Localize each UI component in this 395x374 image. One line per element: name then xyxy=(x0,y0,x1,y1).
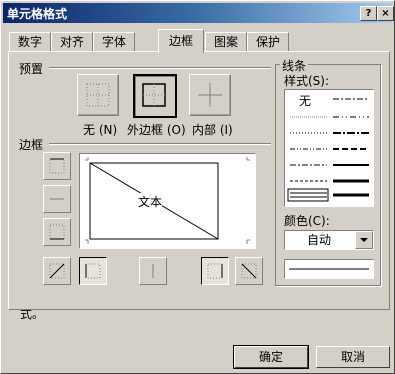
border-heading: 边框 xyxy=(19,138,44,152)
title-bar: 单元格格式 ? × xyxy=(3,3,394,23)
border-diagonal-down-button[interactable] xyxy=(235,257,263,285)
preset-outline-button[interactable] xyxy=(133,74,177,118)
border-middle-vertical-button[interactable] xyxy=(139,257,167,285)
presets-divider xyxy=(49,67,271,69)
border-left-icon xyxy=(85,263,101,279)
border-top-icon xyxy=(49,158,65,174)
border-divider xyxy=(49,143,271,145)
tab-patterns[interactable]: 图案 xyxy=(205,32,247,52)
help-button[interactable]: ? xyxy=(360,6,377,21)
selected-line-swatch xyxy=(289,268,369,270)
window-title: 单元格格式 xyxy=(7,6,68,21)
diagonal-up-icon xyxy=(49,263,65,279)
tab-number[interactable]: 数字 xyxy=(9,32,51,52)
border-left-button[interactable] xyxy=(79,257,107,285)
diagonal-down-icon xyxy=(241,263,257,279)
close-button[interactable]: × xyxy=(377,6,394,21)
preset-inside-label: 内部 (I) xyxy=(192,123,233,137)
color-select[interactable]: 自动 xyxy=(284,230,374,250)
border-middle-horizontal-icon xyxy=(50,198,64,200)
preset-inside-icon xyxy=(198,83,222,107)
color-select-value: 自动 xyxy=(307,233,332,247)
color-dropdown-button[interactable] xyxy=(355,231,373,249)
preset-outline-label: 外边框 (O) xyxy=(127,123,186,137)
border-tab-panel: 预置 无 (N) 外边框 (O) 内部 (I) 边框 文本 线条 样式(S): … xyxy=(8,51,390,310)
presets-heading: 预置 xyxy=(19,62,44,76)
tab-border[interactable]: 边框 xyxy=(158,29,204,53)
preset-inside-button[interactable] xyxy=(189,74,231,116)
color-label: 颜色(C): xyxy=(284,214,330,228)
line-style-list[interactable]: 无 xyxy=(284,89,374,207)
selected-line-preview xyxy=(284,259,374,279)
border-top-button[interactable] xyxy=(43,152,71,180)
ok-button[interactable]: 确定 xyxy=(233,345,309,369)
preset-none-label: 无 (N) xyxy=(83,123,118,137)
chevron-down-icon xyxy=(360,238,368,242)
style-label: 样式(S): xyxy=(284,74,330,88)
cancel-button[interactable]: 取消 xyxy=(316,346,390,368)
border-bottom-button[interactable] xyxy=(43,218,71,246)
border-middle-vertical-icon xyxy=(152,264,154,278)
preset-outline-icon xyxy=(142,83,166,107)
border-diagonal-up-button[interactable] xyxy=(43,257,71,285)
border-preview-drawing xyxy=(85,157,250,244)
tab-protection[interactable]: 保护 xyxy=(247,32,289,52)
border-bottom-icon xyxy=(49,224,65,240)
border-right-icon xyxy=(207,263,223,279)
tab-alignment[interactable]: 对齐 xyxy=(51,32,93,52)
border-middle-horizontal-button[interactable] xyxy=(43,185,71,213)
format-cells-dialog: 单元格格式 ? × 数字 对齐 字体 边框 图案 保护 预置 无 (N) 外边框… xyxy=(0,0,395,374)
preview-text: 文本 xyxy=(138,193,163,210)
border-preview[interactable]: 文本 xyxy=(79,153,256,249)
preset-none-button[interactable] xyxy=(77,74,119,116)
preset-none-icon xyxy=(86,83,110,107)
line-style-none-option[interactable]: 无 xyxy=(299,92,311,109)
border-right-button[interactable] xyxy=(201,257,229,285)
tab-font[interactable]: 字体 xyxy=(93,32,135,52)
